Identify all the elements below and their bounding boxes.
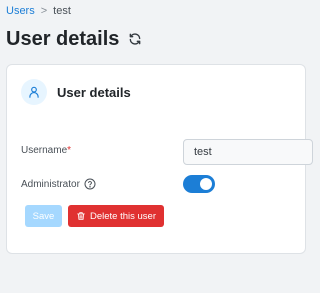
page: Users > test User details User details U… [0, 0, 313, 293]
administrator-label: Administrator [21, 178, 96, 190]
card-header: User details [21, 79, 131, 105]
card-title: User details [57, 84, 131, 100]
breadcrumb-users-link[interactable]: Users [6, 4, 35, 18]
breadcrumb-separator: > [40, 5, 48, 17]
refresh-icon[interactable] [127, 31, 143, 47]
title-row: User details [6, 27, 143, 51]
username-input[interactable] [183, 139, 313, 165]
user-details-card: User details Username* Administrator Sav… [6, 64, 313, 254]
help-circle-icon[interactable] [84, 178, 96, 190]
breadcrumb-current: test [53, 5, 71, 17]
administrator-label-text: Administrator [21, 178, 80, 190]
username-label-text: Username [21, 145, 68, 156]
delete-button-label: Delete this user [89, 210, 156, 222]
trash-icon [76, 211, 86, 221]
user-icon [21, 79, 47, 105]
delete-user-button[interactable]: Delete this user [68, 205, 164, 227]
required-mark: * [67, 145, 72, 156]
save-button[interactable]: Save [25, 205, 62, 227]
toggle-knob [200, 178, 212, 190]
administrator-toggle[interactable] [183, 175, 215, 193]
username-label: Username * [21, 145, 71, 156]
breadcrumb: Users > test [6, 4, 71, 18]
page-title: User details [6, 28, 120, 50]
